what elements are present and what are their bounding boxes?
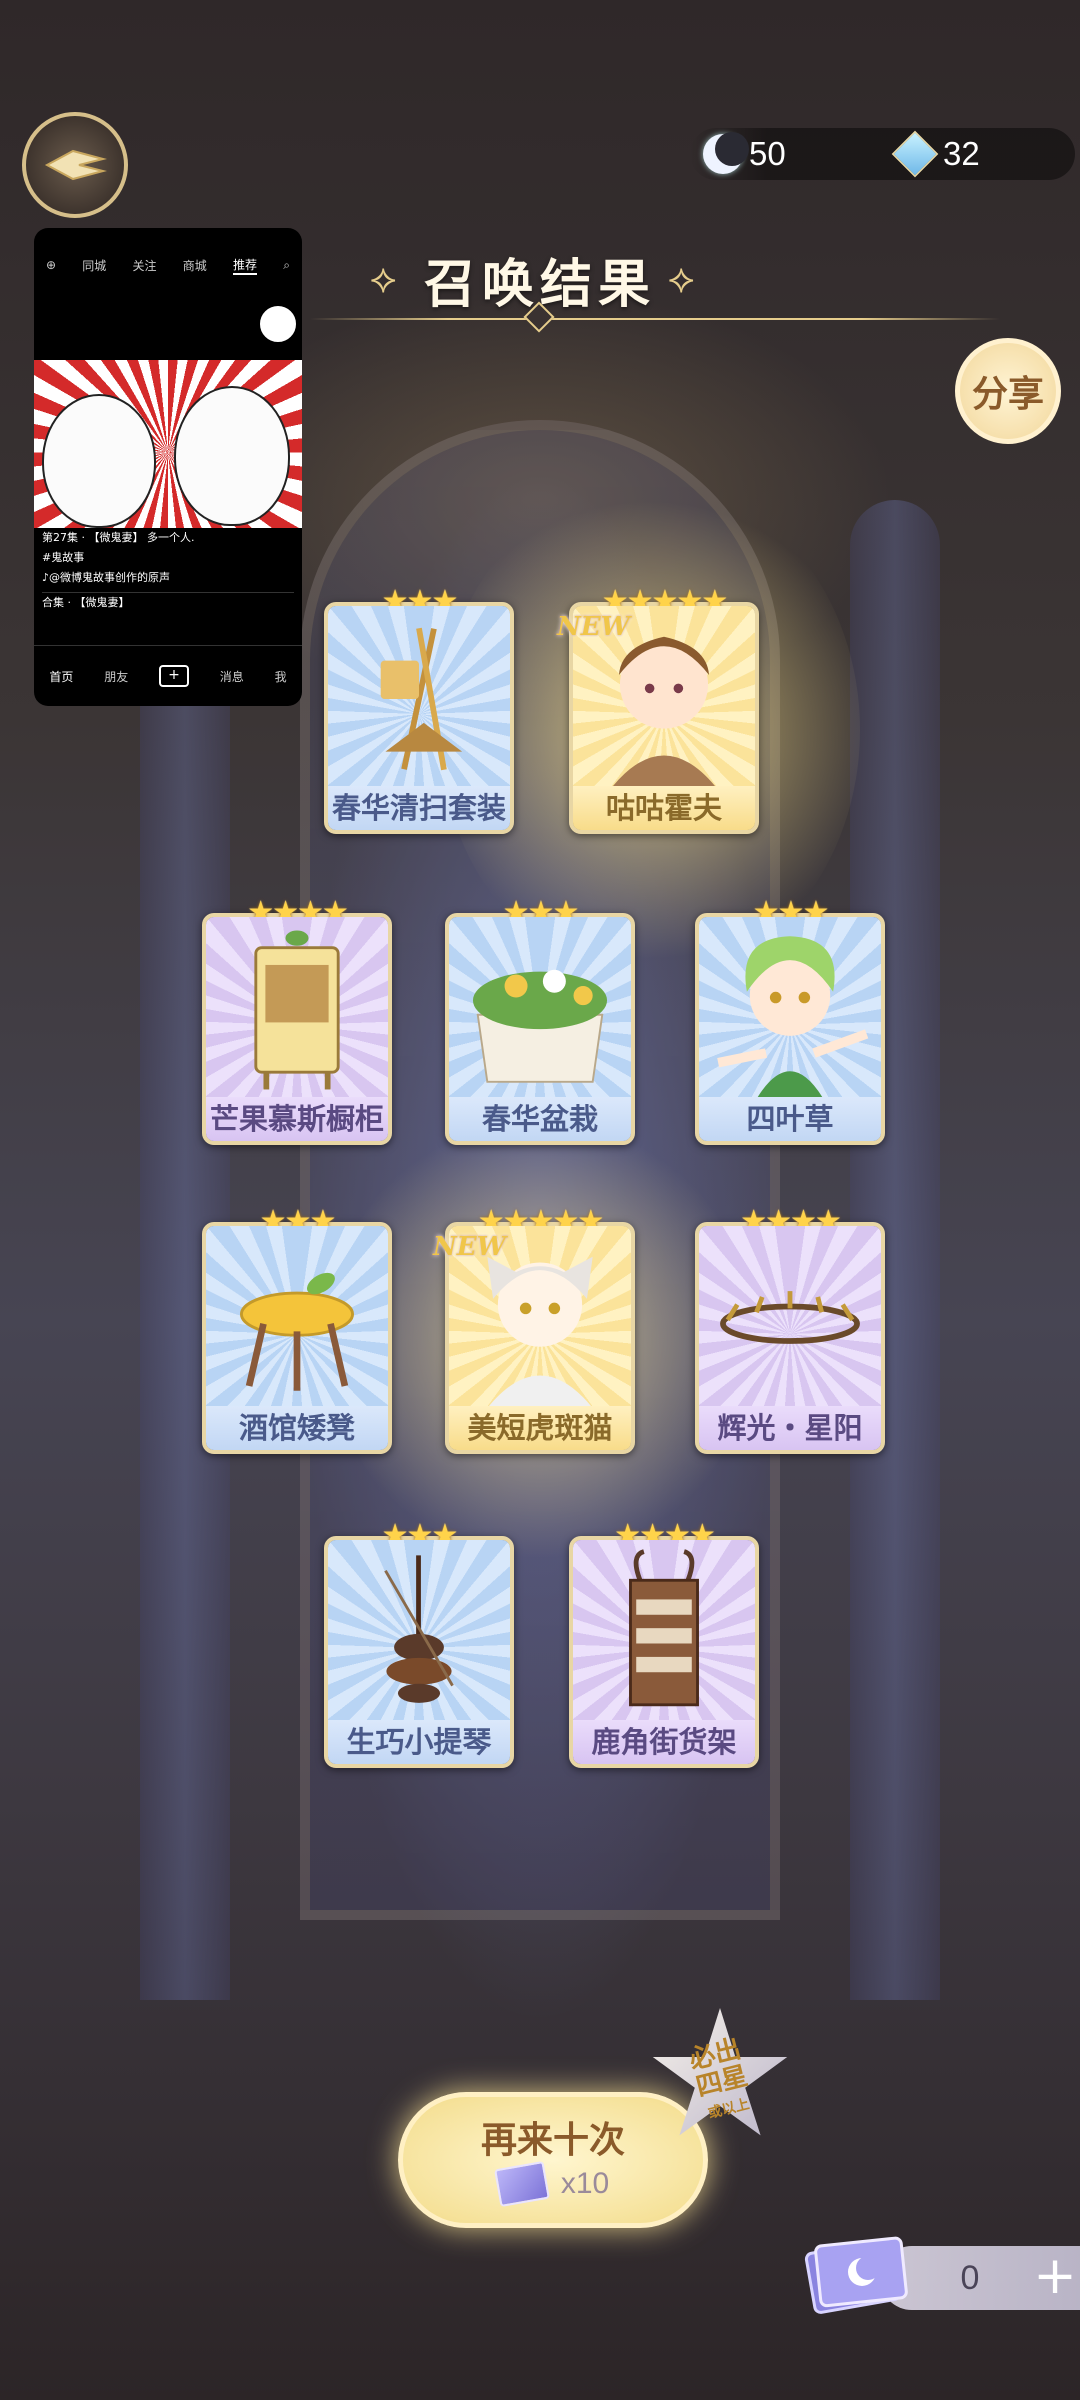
item-art [699, 917, 881, 1097]
item-art [206, 1226, 388, 1406]
result-card[interactable]: ★★★ 春华盆栽 [445, 895, 635, 1145]
video-nav-create[interactable]: + [158, 665, 189, 687]
item-name: 美短虎斑猫 [449, 1406, 631, 1450]
violin-icon [384, 1555, 454, 1703]
item-name: 春华清扫套装 [328, 786, 510, 830]
back-button[interactable] [22, 112, 128, 218]
title-divider [310, 318, 1000, 320]
result-card[interactable]: ★★★ 四叶草 [695, 895, 885, 1145]
summon-cost: x10 [403, 2160, 703, 2208]
video-caption-line: ♪@微博鬼故事创作的原声 [42, 571, 171, 584]
video-nav-me[interactable]: 我 [275, 668, 287, 685]
new-badge: NEW [433, 1232, 506, 1262]
item-art [328, 606, 510, 786]
item-art [449, 917, 631, 1097]
item-name: 生巧小提琴 [328, 1720, 510, 1764]
result-card[interactable]: ★★★ 春华清扫套装 [324, 584, 514, 834]
video-caption-line: #鬼故事 [42, 551, 85, 564]
result-card[interactable]: ★★★★★ NEW 美短虎斑猫 [433, 1204, 635, 1454]
back-arrow-icon [44, 149, 107, 181]
video-nav-home[interactable]: 首页 [49, 668, 73, 685]
gem-currency: 32 [891, 128, 980, 180]
summon-again-button[interactable]: 再来十次 x10 [398, 2092, 708, 2228]
item-name: 酒馆矮凳 [206, 1406, 388, 1450]
potted-plant-icon [472, 969, 608, 1083]
ticket-icon [804, 2236, 908, 2314]
summon-again-label: 再来十次 [480, 2119, 625, 2161]
result-card[interactable]: ★★★★ 鹿角街货架 [569, 1518, 759, 1768]
video-nav-friends[interactable]: 朋友 [104, 668, 128, 685]
item-name: 春华盆栽 [449, 1097, 631, 1141]
stool-icon [240, 1272, 354, 1391]
ticket-icon [493, 2160, 550, 2208]
item-art [206, 917, 388, 1097]
item-art [573, 1540, 755, 1720]
item-art [699, 1226, 881, 1406]
add-ticket-button[interactable]: + [1030, 2244, 1080, 2308]
item-name: 咕咕霍夫 [573, 786, 755, 830]
character-portrait-icon [717, 936, 869, 1097]
video-caption: 第27集 · 【微鬼妻】 多一个人. #鬼故事 ♪@微博鬼故事创作的原声 合集 … [42, 528, 294, 613]
item-art [328, 1540, 510, 1720]
video-collection-link[interactable]: 合集 · 【微鬼妻】 [42, 592, 294, 613]
shelf-icon [629, 1549, 699, 1707]
video-bottom-nav: 首页 朋友 + 消息 我 [34, 645, 302, 706]
ticket-count: 0 [960, 2259, 980, 2297]
item-name: 辉光・星阳 [699, 1406, 881, 1450]
share-button[interactable]: 分享 [955, 338, 1061, 444]
result-card[interactable]: ★★★★★ NEW 咕咕霍夫 [557, 584, 759, 834]
video-thumbnail [34, 360, 302, 528]
crown-icon [720, 1291, 860, 1344]
moon-currency: 50 [703, 128, 786, 180]
video-caption-line: 第27集 · 【微鬼妻】 多一个人. [42, 531, 195, 544]
result-card[interactable]: ★★★★ 辉光・星阳 [695, 1204, 885, 1454]
new-badge: NEW [557, 612, 630, 642]
cabinet-icon [254, 930, 340, 1090]
broom-set-icon [380, 627, 463, 771]
result-card[interactable]: ★★★ 生巧小提琴 [324, 1518, 514, 1768]
video-character [174, 386, 290, 526]
summon-cost-value: x10 [560, 2167, 610, 2200]
moon-icon [703, 132, 749, 174]
result-card[interactable]: ★★★ 酒馆矮凳 [202, 1204, 392, 1454]
video-character [42, 394, 156, 528]
item-name: 鹿角街货架 [573, 1720, 755, 1764]
result-card[interactable]: ★★★★ 芒果慕斯橱柜 [202, 895, 392, 1145]
item-name: 芒果慕斯橱柜 [206, 1097, 388, 1141]
gem-currency-value: 32 [943, 135, 980, 172]
moon-currency-value: 50 [749, 135, 786, 172]
video-nav-messages[interactable]: 消息 [220, 668, 244, 685]
item-name: 四叶草 [699, 1097, 881, 1141]
crystal-icon [891, 130, 939, 178]
